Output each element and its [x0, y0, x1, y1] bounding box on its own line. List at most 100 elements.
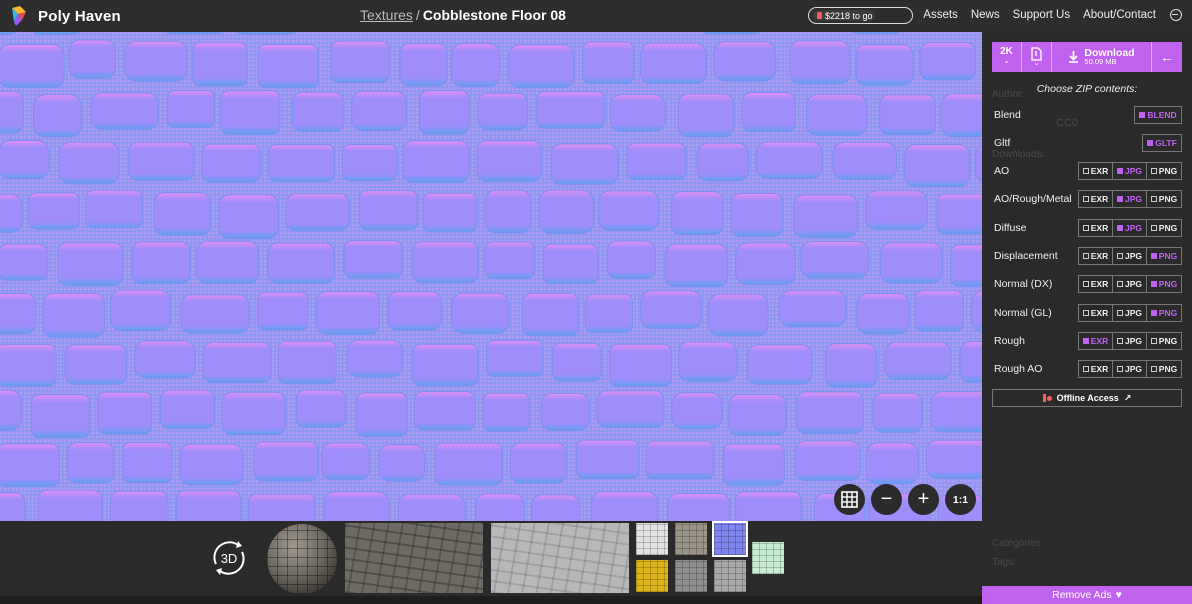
checkbox-icon: [1150, 337, 1157, 344]
checkbox-icon: [1116, 168, 1123, 174]
zip-row-label: Displacement: [994, 249, 1058, 262]
png-checkbox[interactable]: PNG: [1147, 191, 1181, 207]
jpg-checkbox[interactable]: JPG: [1113, 191, 1147, 208]
map-thumb-green[interactable]: [752, 542, 784, 574]
breadcrumb-separator: /: [415, 7, 420, 23]
exr-checkbox[interactable]: EXR: [1079, 191, 1113, 208]
checkbox-icon: [1150, 366, 1157, 373]
jpg-checkbox[interactable]: JPG: [1113, 304, 1147, 321]
brand-name: Poly Haven: [38, 7, 121, 25]
checkbox-icon: [1116, 252, 1123, 259]
photo-preview-thumb-dark[interactable]: [345, 523, 483, 593]
zoom-out-button[interactable]: −: [871, 484, 902, 515]
main-nav: Assets News Support Us About/Contact: [923, 9, 1156, 21]
jpg-checkbox[interactable]: JPG: [1113, 276, 1147, 293]
exr-checkbox[interactable]: EXR: [1079, 163, 1113, 179]
option-label: EXR: [1090, 222, 1109, 233]
checkbox-icon: [1150, 224, 1157, 231]
exr-checkbox[interactable]: EXR: [1079, 276, 1113, 293]
tile-grid-button[interactable]: [834, 484, 865, 515]
zip-row-label: Rough: [994, 334, 1025, 347]
zip-row-diffuse: Diffuse EXR JPG PNG: [982, 217, 1192, 239]
zip-contents-title: Choose ZIP contents:: [1036, 83, 1138, 95]
jpg-checkbox[interactable]: JPG: [1113, 247, 1147, 264]
option-label: PNG: [1158, 194, 1178, 205]
offline-access-button[interactable]: Offline Access ↗: [992, 389, 1182, 407]
patreon-icon: [1042, 394, 1046, 402]
zoom-1to1-button[interactable]: 1:1: [945, 484, 976, 515]
option-label: PNG: [1158, 335, 1178, 346]
funding-progress-button[interactable]: $2218 to go: [808, 7, 913, 24]
map-thumb-normal[interactable]: [712, 521, 748, 557]
back-button[interactable]: ←: [1152, 42, 1182, 72]
resolution-dropdown[interactable]: 2K ⌄: [992, 42, 1022, 72]
png-checkbox[interactable]: PNG: [1147, 276, 1181, 292]
remove-ads-button[interactable]: Remove Ads ♥: [982, 586, 1192, 604]
patreon-icon: [817, 12, 822, 19]
checkbox-icon: [1116, 309, 1123, 316]
blend-checkbox[interactable]: BLEND: [1135, 107, 1181, 123]
zip-row-ao: AO EXR JPG PNG: [982, 160, 1192, 182]
png-checkbox[interactable]: PNG: [1147, 333, 1181, 349]
png-checkbox[interactable]: PNG: [1147, 163, 1181, 179]
patreon-icon-circle: [1046, 395, 1052, 401]
sphere-preview-thumb[interactable]: [267, 524, 337, 594]
view-3d-button[interactable]: 3D: [206, 535, 252, 581]
brand-logo-link[interactable]: Poly Haven: [10, 6, 121, 26]
jpg-checkbox[interactable]: JPG: [1113, 361, 1147, 378]
nav-news[interactable]: News: [971, 9, 1000, 21]
checkbox-icon: [1082, 366, 1089, 373]
nav-support-us[interactable]: Support Us: [1013, 9, 1071, 21]
jpg-checkbox[interactable]: JPG: [1113, 332, 1147, 349]
map-thumb-gray[interactable]: [714, 560, 746, 592]
zip-row-label: Diffuse: [994, 221, 1027, 234]
checkbox-icon: [1082, 281, 1089, 288]
zip-row-gltf: Gltf GLTF: [982, 132, 1192, 154]
breadcrumb-textures-link[interactable]: Textures: [360, 7, 413, 23]
map-thumb-ao[interactable]: [675, 523, 707, 555]
exr-checkbox[interactable]: EXR: [1079, 304, 1113, 321]
download-button[interactable]: Download 50.09 MB: [1052, 42, 1152, 72]
poly-haven-logo-icon: [12, 6, 26, 26]
plus-icon: +: [917, 488, 930, 510]
option-label: PNG: [1158, 222, 1178, 233]
map-thumb-diffuse-white[interactable]: [636, 523, 668, 555]
exr-checkbox[interactable]: EXR: [1079, 361, 1113, 378]
login-icon[interactable]: [1170, 9, 1182, 21]
ghost-tags-label: Tags:: [992, 557, 1016, 568]
download-side-panel: Author: CC0 Downloads: Categories: Tags:…: [982, 32, 1192, 586]
option-label: BLEND: [1147, 110, 1177, 120]
map-thumb-rough[interactable]: [675, 560, 707, 592]
nav-assets[interactable]: Assets: [923, 9, 958, 21]
gltf-checkbox[interactable]: GLTF: [1143, 135, 1181, 151]
png-checkbox[interactable]: PNG: [1147, 220, 1181, 236]
texture-preview-viewer[interactable]: − + 1:1: [0, 32, 982, 521]
png-checkbox[interactable]: PNG: [1147, 305, 1181, 321]
download-icon: [1069, 51, 1079, 63]
nav-about-contact[interactable]: About/Contact: [1083, 9, 1156, 21]
exr-checkbox[interactable]: EXR: [1079, 332, 1113, 349]
checkbox-icon: [1150, 168, 1157, 174]
png-checkbox[interactable]: PNG: [1147, 361, 1181, 377]
option-label: JPG: [1124, 166, 1142, 176]
checkbox-icon: [1082, 196, 1089, 203]
bottom-bar: [0, 596, 982, 604]
option-label: JPG: [1124, 307, 1142, 318]
option-label: JPG: [1124, 222, 1142, 233]
photo-preview-thumb-light[interactable]: [491, 523, 629, 593]
exr-checkbox[interactable]: EXR: [1079, 219, 1113, 236]
map-thumb-yellow[interactable]: [636, 560, 668, 592]
checkbox-icon: [1116, 337, 1123, 344]
jpg-checkbox[interactable]: JPG: [1113, 163, 1147, 179]
zip-row-label: Blend: [994, 109, 1021, 121]
png-checkbox[interactable]: PNG: [1147, 248, 1181, 264]
chevron-down-icon: ⌄: [1003, 58, 1010, 65]
option-label: EXR: [1090, 166, 1109, 176]
option-label: GLTF: [1155, 138, 1177, 148]
arrow-left-icon: ←: [1160, 49, 1174, 65]
checkbox-icon: [1150, 281, 1157, 288]
format-dropdown[interactable]: ⌄: [1022, 42, 1052, 72]
jpg-checkbox[interactable]: JPG: [1113, 219, 1147, 236]
exr-checkbox[interactable]: EXR: [1079, 247, 1113, 264]
zoom-in-button[interactable]: +: [908, 484, 939, 515]
